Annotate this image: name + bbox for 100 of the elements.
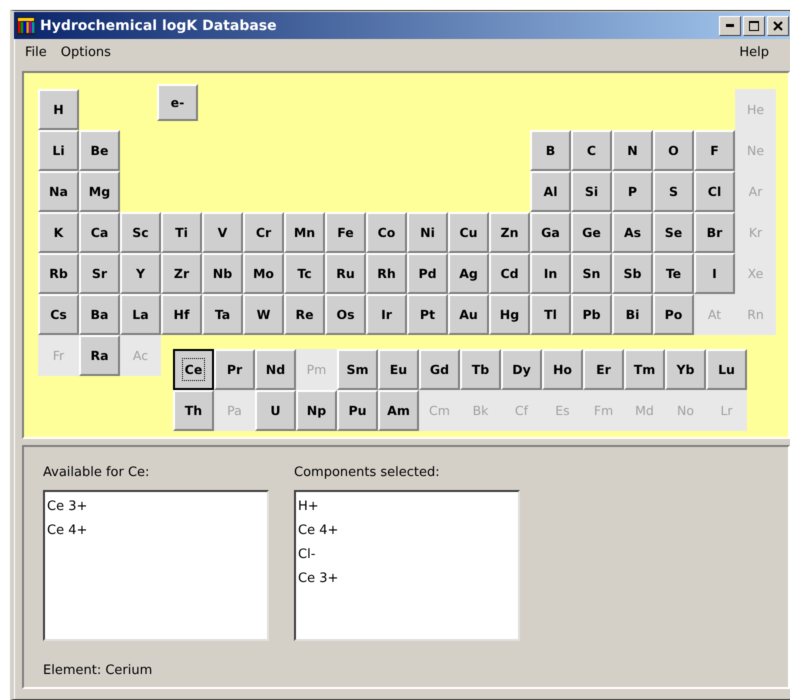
element-button[interactable]: Pu bbox=[337, 390, 378, 431]
list-item[interactable]: Ce 3+ bbox=[298, 569, 516, 589]
list-label: Components selected: bbox=[294, 465, 441, 480]
element-button[interactable]: Co bbox=[366, 212, 407, 253]
element-button[interactable]: Tc bbox=[284, 253, 325, 294]
element-button[interactable]: Cu bbox=[448, 212, 489, 253]
element-button[interactable]: Ra bbox=[79, 335, 120, 376]
element-button[interactable]: F bbox=[694, 130, 735, 171]
element-button[interactable]: Cs bbox=[38, 294, 79, 335]
element-button[interactable]: Yb bbox=[665, 349, 706, 390]
element-button[interactable]: Ti bbox=[161, 212, 202, 253]
element-button[interactable]: Ni bbox=[407, 212, 448, 253]
element-button[interactable]: Ru bbox=[325, 253, 366, 294]
element-button[interactable]: K bbox=[38, 212, 79, 253]
element-button[interactable]: Y bbox=[120, 253, 161, 294]
element-button[interactable]: Ce bbox=[173, 349, 214, 390]
electron-button[interactable]: e- bbox=[157, 84, 198, 121]
element-button[interactable]: V bbox=[202, 212, 243, 253]
element-button[interactable]: Th bbox=[173, 390, 214, 431]
window-title: Hydrochemical logK Database bbox=[40, 18, 278, 34]
element-button[interactable]: Li bbox=[38, 130, 79, 171]
list-item[interactable]: Ce 4+ bbox=[298, 521, 516, 541]
element-button[interactable]: Pr bbox=[214, 349, 255, 390]
element-button[interactable]: Cl bbox=[694, 171, 735, 212]
element-button[interactable]: H bbox=[38, 89, 79, 130]
element-button[interactable]: I bbox=[694, 253, 735, 294]
element-button[interactable]: Mg bbox=[79, 171, 120, 212]
element-button[interactable]: Sr bbox=[79, 253, 120, 294]
element-button[interactable]: Ir bbox=[366, 294, 407, 335]
element-button[interactable]: As bbox=[612, 212, 653, 253]
menu-item[interactable]: File bbox=[18, 42, 54, 62]
element-button[interactable]: Gd bbox=[419, 349, 460, 390]
element-button[interactable]: Pt bbox=[407, 294, 448, 335]
element-button[interactable]: Ba bbox=[79, 294, 120, 335]
element-button[interactable]: N bbox=[612, 130, 653, 171]
list-item[interactable]: Cl- bbox=[298, 545, 516, 565]
element-button[interactable]: U bbox=[255, 390, 296, 431]
menu-item[interactable]: Options bbox=[54, 42, 118, 62]
element-button[interactable]: Sb bbox=[612, 253, 653, 294]
element-button[interactable]: Sc bbox=[120, 212, 161, 253]
element-button[interactable]: Sm bbox=[337, 349, 378, 390]
element-button[interactable]: Na bbox=[38, 171, 79, 212]
element-button[interactable]: Pd bbox=[407, 253, 448, 294]
element-button[interactable]: Te bbox=[653, 253, 694, 294]
element-button[interactable]: Bi bbox=[612, 294, 653, 335]
list-item[interactable]: Ce 4+ bbox=[47, 521, 265, 541]
element-button[interactable]: Po bbox=[653, 294, 694, 335]
list-box[interactable]: Ce 3+ Ce 4+ bbox=[43, 490, 269, 641]
element-button[interactable]: Tb bbox=[460, 349, 501, 390]
element-button[interactable]: Zn bbox=[489, 212, 530, 253]
element-button[interactable]: Be bbox=[79, 130, 120, 171]
element-button[interactable]: Mn bbox=[284, 212, 325, 253]
element-button[interactable]: Nb bbox=[202, 253, 243, 294]
element-button[interactable]: Tm bbox=[624, 349, 665, 390]
element-button[interactable]: Hg bbox=[489, 294, 530, 335]
element-button[interactable]: Si bbox=[571, 171, 612, 212]
list-box[interactable]: H+ Ce 4+ Cl- Ce 3+ bbox=[294, 490, 520, 641]
element-button[interactable]: Br bbox=[694, 212, 735, 253]
element-button[interactable]: Am bbox=[378, 390, 419, 431]
element-button[interactable]: Pb bbox=[571, 294, 612, 335]
element-button[interactable]: Tl bbox=[530, 294, 571, 335]
element-button[interactable]: Fe bbox=[325, 212, 366, 253]
element-button[interactable]: Se bbox=[653, 212, 694, 253]
element-button[interactable]: In bbox=[530, 253, 571, 294]
element-button[interactable]: Rb bbox=[38, 253, 79, 294]
element-button[interactable]: Lu bbox=[706, 349, 747, 390]
element-button[interactable]: Au bbox=[448, 294, 489, 335]
element-button[interactable]: S bbox=[653, 171, 694, 212]
element-button[interactable]: Er bbox=[583, 349, 624, 390]
menu-item[interactable]: Help bbox=[732, 42, 776, 62]
element-button[interactable]: C bbox=[571, 130, 612, 171]
element-button[interactable]: Ca bbox=[79, 212, 120, 253]
list-item[interactable]: Ce 3+ bbox=[47, 497, 265, 517]
element-button[interactable]: P bbox=[612, 171, 653, 212]
element-button[interactable]: Ge bbox=[571, 212, 612, 253]
element-button[interactable]: Np bbox=[296, 390, 337, 431]
element-button[interactable]: La bbox=[120, 294, 161, 335]
element-button[interactable]: Ag bbox=[448, 253, 489, 294]
element-button[interactable]: Cr bbox=[243, 212, 284, 253]
element-button[interactable]: Sn bbox=[571, 253, 612, 294]
list-item[interactable]: H+ bbox=[298, 497, 516, 517]
element-button[interactable]: B bbox=[530, 130, 571, 171]
element-button[interactable]: Al bbox=[530, 171, 571, 212]
element-button[interactable]: Eu bbox=[378, 349, 419, 390]
element-button[interactable]: Hf bbox=[161, 294, 202, 335]
status-text: Element: Cerium bbox=[43, 663, 152, 678]
element-button[interactable]: O bbox=[653, 130, 694, 171]
element-button[interactable]: W bbox=[243, 294, 284, 335]
element-button[interactable]: Zr bbox=[161, 253, 202, 294]
element-button[interactable]: Os bbox=[325, 294, 366, 335]
list-label: Available for Ce: bbox=[43, 465, 150, 480]
element-button[interactable]: Re bbox=[284, 294, 325, 335]
element-button[interactable]: Ga bbox=[530, 212, 571, 253]
element-button[interactable]: Rh bbox=[366, 253, 407, 294]
element-button[interactable]: Ta bbox=[202, 294, 243, 335]
element-button[interactable]: Nd bbox=[255, 349, 296, 390]
element-button[interactable]: Dy bbox=[501, 349, 542, 390]
element-button[interactable]: Mo bbox=[243, 253, 284, 294]
element-button[interactable]: Cd bbox=[489, 253, 530, 294]
element-button[interactable]: Ho bbox=[542, 349, 583, 390]
